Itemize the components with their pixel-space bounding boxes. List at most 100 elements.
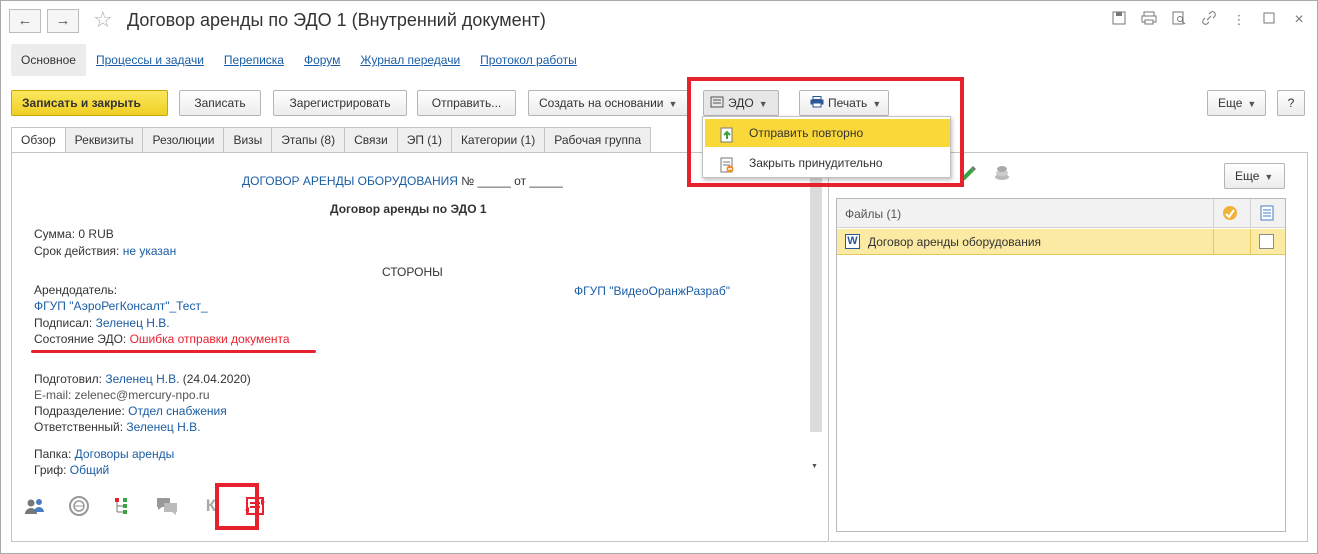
section-work-log[interactable]: Протокол работы (470, 44, 587, 76)
tab-workgroup[interactable]: Рабочая группа (544, 127, 652, 153)
tab-bar: Обзор Реквизиты Резолюции Визы Этапы (8)… (11, 127, 652, 153)
email-row: E-mail: zelenec@mercury-npo.ru (34, 388, 210, 402)
chevron-down-icon: ▼ (1264, 172, 1274, 182)
create-based-button[interactable]: Создать на основании ▼ (528, 90, 691, 116)
scroll-down-icon[interactable]: ▼ (811, 463, 818, 470)
help-button[interactable]: ? (1277, 90, 1305, 116)
preview-icon[interactable] (1169, 11, 1189, 29)
edo-state-row: Состояние ЭДО: Ошибка отправки документа (34, 332, 290, 346)
doc-header-title[interactable]: ДОГОВОР АРЕНДЫ ОБОРУДОВАНИЯ (242, 174, 458, 188)
write-close-button[interactable]: Записать и закрыть (11, 90, 168, 116)
title-icons: ⋮ × (1109, 11, 1309, 29)
term-label: Срок действия: (34, 244, 120, 258)
favorite-star-icon[interactable]: ☆ (93, 7, 113, 33)
word-icon: W (845, 234, 860, 249)
file-checkbox[interactable] (1259, 234, 1274, 249)
grif-value[interactable]: Общий (70, 463, 110, 477)
section-main[interactable]: Основное (11, 44, 86, 76)
save-icon[interactable] (1109, 11, 1129, 29)
edo-state-label: Состояние ЭДО: (34, 332, 127, 346)
back-button[interactable]: ← (9, 9, 41, 33)
column-divider (1250, 229, 1251, 255)
sum-value: 0 RUB (78, 227, 114, 241)
tab-visas[interactable]: Визы (223, 127, 272, 153)
maximize-icon[interactable] (1259, 11, 1279, 29)
scroll-thumb[interactable] (810, 177, 822, 432)
folder-label: Папка: (34, 447, 72, 461)
section-forum[interactable]: Форум (294, 44, 350, 76)
grif-label: Гриф: (34, 463, 67, 477)
forward-arrow-icon: → (55, 12, 71, 29)
tab-requisites[interactable]: Реквизиты (64, 127, 143, 153)
prepared-row: Подготовил: Зеленец Н.В. (24.04.2020) (34, 372, 251, 386)
close-icon[interactable]: × (1289, 11, 1309, 29)
lessor-org[interactable]: ФГУП "АэроРегКонсалт"_Тест_ (34, 299, 208, 313)
edo-icon-highlight-frame (215, 483, 259, 530)
tab-links[interactable]: Связи (344, 127, 397, 153)
prepared-date: (24.04.2020) (182, 372, 251, 386)
resp-label: Ответственный: (34, 420, 124, 434)
resp-row: Ответственный: Зеленец Н.В. (34, 420, 200, 434)
files-header-label: Файлы (1) (845, 207, 902, 221)
edo-highlight-frame (687, 77, 964, 187)
term-value[interactable]: не указан (123, 244, 177, 258)
prepared-value[interactable]: Зеленец Н.В. (105, 372, 179, 386)
users-icon[interactable] (22, 493, 48, 519)
edo-state-value[interactable]: Ошибка отправки документа (130, 332, 290, 346)
signed-value[interactable]: Зеленец Н.В. (96, 316, 170, 330)
create-based-label: Создать на основании (539, 96, 664, 110)
forward-button[interactable]: → (47, 9, 79, 33)
register-button[interactable]: Зарегистрировать (273, 90, 407, 116)
more-button[interactable]: Еще ▼ (1207, 90, 1266, 116)
sides-heading: СТОРОНЫ (382, 265, 443, 279)
tab-categories[interactable]: Категории (1) (450, 127, 545, 153)
prepared-label: Подготовил: (34, 372, 103, 386)
section-links: Основное Процессы и задачи Переписка Фор… (11, 44, 587, 76)
file-name[interactable]: Договор аренды оборудования (868, 235, 1041, 249)
preview-scrollbar[interactable]: ▲ ▼ (807, 153, 825, 483)
dept-value[interactable]: Отдел снабжения (128, 404, 227, 418)
chat-icon[interactable] (154, 493, 180, 519)
stack-icon[interactable] (992, 163, 1014, 185)
grif-row: Гриф: Общий (34, 463, 109, 477)
files-table-header: Файлы (1) (837, 199, 1285, 228)
files-more-label: Еще (1235, 169, 1260, 183)
chevron-down-icon: ▼ (1247, 99, 1257, 109)
tab-resolutions[interactable]: Резолюции (142, 127, 224, 153)
section-processes[interactable]: Процессы и задачи (86, 44, 214, 76)
doc-header: ДОГОВОР АРЕНДЫ ОБОРУДОВАНИЯ № _____ от _… (242, 174, 563, 188)
link-icon[interactable] (1199, 11, 1219, 29)
folder-row: Папка: Договоры аренды (34, 447, 174, 461)
edo-state-underline (31, 350, 316, 353)
signed-row: Подписал: Зеленец Н.В. (34, 316, 170, 330)
print-icon[interactable] (1139, 11, 1159, 29)
dept-row: Подразделение: Отдел снабжения (34, 404, 227, 418)
folder-value[interactable]: Договоры аренды (75, 447, 175, 461)
file-row[interactable]: W Договор аренды оборудования (837, 229, 1285, 255)
send-button[interactable]: Отправить... (417, 90, 516, 116)
lessee-org[interactable]: ФГУП "ВидеоОранжРазраб" (574, 284, 730, 298)
tab-overview[interactable]: Обзор (11, 127, 65, 153)
back-arrow-icon: ← (17, 12, 33, 29)
dept-label: Подразделение: (34, 404, 125, 418)
resp-value[interactable]: Зеленец Н.В. (126, 420, 200, 434)
more-icon[interactable]: ⋮ (1229, 11, 1249, 29)
window-title: Договор аренды по ЭДО 1 (Внутренний доку… (127, 10, 546, 30)
section-transfer-log[interactable]: Журнал передачи (350, 44, 470, 76)
document-window: ← → ☆ Договор аренды по ЭДО 1 (Внутренни… (0, 0, 1318, 554)
column-divider (1213, 229, 1214, 255)
tab-signatures[interactable]: ЭП (1) (396, 127, 451, 153)
files-more-button[interactable]: Еще ▼ (1224, 163, 1285, 189)
signed-label: Подписал: (34, 316, 93, 330)
chevron-down-icon: ▼ (668, 99, 678, 109)
tab-stages[interactable]: Этапы (8) (271, 127, 345, 153)
section-correspondence[interactable]: Переписка (214, 44, 294, 76)
lessor-label: Арендодатель: (34, 283, 118, 297)
write-button[interactable]: Записать (179, 90, 261, 116)
term-row: Срок действия: не указан (34, 244, 176, 258)
column-divider (1213, 199, 1214, 228)
more-label: Еще (1218, 96, 1243, 110)
tree-icon[interactable] (110, 493, 136, 519)
stamp-icon[interactable] (66, 493, 92, 519)
doc-header-number: № _____ от _____ (461, 174, 563, 188)
